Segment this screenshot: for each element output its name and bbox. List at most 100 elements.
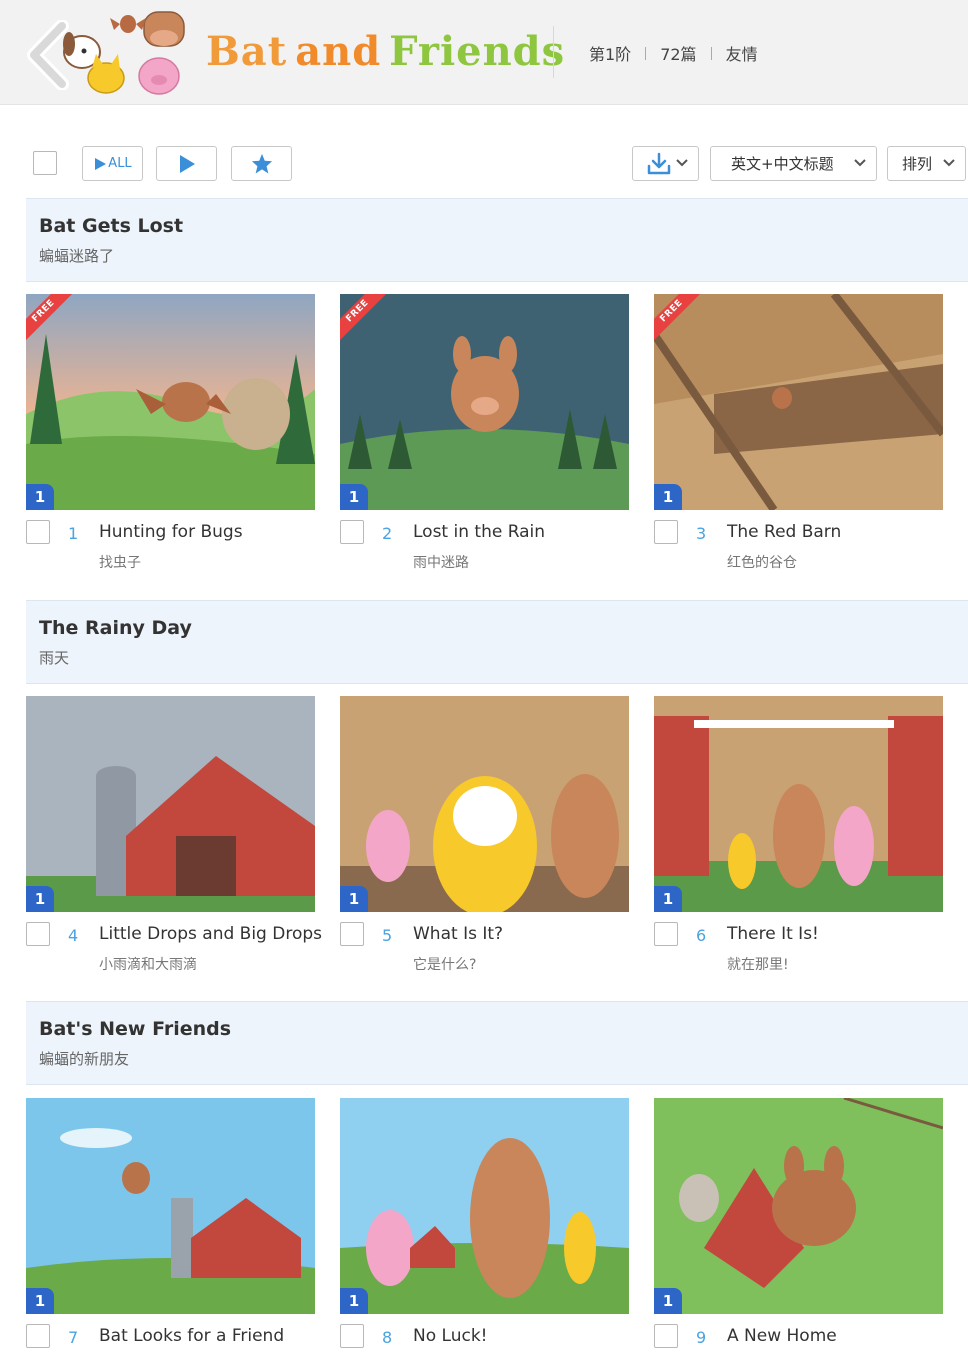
episode-subtitle: 它是什么? <box>413 957 477 973</box>
episode-checkbox[interactable] <box>26 520 50 544</box>
episode-image <box>26 1098 315 1314</box>
book-meta: 第1阶 72篇 友情 <box>589 41 758 65</box>
chevron-down-icon <box>943 159 955 167</box>
episode-subtitle: 雨中迷路 <box>413 555 469 571</box>
meta-divider <box>710 46 712 60</box>
app-logo: Bat and Friends <box>206 28 565 75</box>
level-badge: 1 <box>654 484 682 510</box>
select-all-checkbox[interactable] <box>33 151 57 175</box>
episode-image <box>654 1098 943 1314</box>
episode-number: 9 <box>696 1328 707 1347</box>
episode-subtitle: 小雨滴和大雨滴 <box>99 957 197 973</box>
header-divider <box>553 26 554 78</box>
toolbar: ALL 英文+中文标题 排列 <box>0 140 968 186</box>
episode-number: 4 <box>68 926 79 945</box>
sort-dropdown[interactable]: 排列 <box>887 146 966 181</box>
play-icon <box>95 157 107 170</box>
episode-checkbox[interactable] <box>26 1324 50 1348</box>
episode-card[interactable]: 1 9 A New Home <box>654 1098 943 1355</box>
episode-thumbnail[interactable]: 1 <box>26 1098 315 1314</box>
episode-thumbnail[interactable]: 1 <box>654 1098 943 1314</box>
section-header: The Rainy Day 雨天 <box>26 600 968 684</box>
section-title: Bat Gets Lost <box>39 215 184 237</box>
episode-checkbox[interactable] <box>26 922 50 946</box>
episode-thumbnail[interactable]: 1 <box>26 696 315 912</box>
play-button[interactable] <box>156 146 217 181</box>
episode-image <box>340 1098 629 1314</box>
episode-title[interactable]: Little Drops and Big Drops <box>99 924 322 944</box>
episode-number: 7 <box>68 1328 79 1347</box>
download-dropdown[interactable] <box>632 146 699 181</box>
level-badge: 1 <box>340 484 368 510</box>
level-badge: 1 <box>340 886 368 912</box>
episode-checkbox[interactable] <box>340 520 364 544</box>
section-subtitle: 蝙蝠的新朋友 <box>39 1050 130 1068</box>
section-header: Bat's New Friends 蝙蝠的新朋友 <box>26 1001 968 1085</box>
episode-title[interactable]: What Is It? <box>413 924 503 944</box>
episode-checkbox[interactable] <box>654 922 678 946</box>
favorite-button[interactable] <box>231 146 292 181</box>
title-language-dropdown[interactable]: 英文+中文标题 <box>710 146 877 181</box>
episode-checkbox[interactable] <box>654 520 678 544</box>
episode-card[interactable]: FREE 1 1 Hunting for Bugs 找虫子 <box>26 294 315 574</box>
meta-count: 72篇 <box>660 45 697 64</box>
level-badge: 1 <box>26 886 54 912</box>
play-all-button[interactable]: ALL <box>82 146 143 181</box>
episode-checkbox[interactable] <box>654 1324 678 1348</box>
level-badge: 1 <box>654 1288 682 1314</box>
episode-number: 6 <box>696 926 707 945</box>
episode-subtitle: 就在那里! <box>727 957 789 973</box>
episode-image <box>654 294 943 510</box>
episode-card[interactable]: FREE 1 2 Lost in the Rain 雨中迷路 <box>340 294 629 574</box>
episode-checkbox[interactable] <box>340 1324 364 1348</box>
section-title: The Rainy Day <box>39 617 192 639</box>
episode-card[interactable]: FREE 1 3 The Red Barn 红色的谷仓 <box>654 294 943 574</box>
level-badge: 1 <box>26 484 54 510</box>
episode-number: 2 <box>382 524 393 543</box>
episode-title[interactable]: There It Is! <box>727 924 819 944</box>
level-badge: 1 <box>340 1288 368 1314</box>
episode-title[interactable]: The Red Barn <box>727 522 841 542</box>
episode-image <box>26 696 315 912</box>
meta-level: 第1阶 <box>589 45 632 64</box>
episode-thumbnail[interactable]: FREE 1 <box>26 294 315 510</box>
episode-thumbnail[interactable]: 1 <box>340 1098 629 1314</box>
title-language-value: 英文+中文标题 <box>731 155 834 173</box>
logo-word-3: Friends <box>389 28 566 75</box>
episode-title[interactable]: No Luck! <box>413 1326 487 1346</box>
section-subtitle: 雨天 <box>39 649 70 667</box>
play-icon <box>179 154 195 173</box>
episode-subtitle: 找虫子 <box>99 555 141 571</box>
episode-image <box>654 696 943 912</box>
section-title: Bat's New Friends <box>39 1018 232 1040</box>
episode-number: 8 <box>382 1328 393 1347</box>
level-badge: 1 <box>654 886 682 912</box>
episode-image <box>340 696 629 912</box>
episode-thumbnail[interactable]: 1 <box>654 696 943 912</box>
section-subtitle: 蝙蝠迷路了 <box>39 247 115 265</box>
episode-card[interactable]: 1 6 There It Is! 就在那里! <box>654 696 943 976</box>
logo-characters-icon <box>63 11 185 95</box>
episode-number: 5 <box>382 926 393 945</box>
episode-card[interactable]: 1 4 Little Drops and Big Drops 小雨滴和大雨滴 <box>26 696 322 976</box>
episode-checkbox[interactable] <box>340 922 364 946</box>
episode-title[interactable]: Lost in the Rain <box>413 522 545 542</box>
episode-thumbnail[interactable]: FREE 1 <box>654 294 943 510</box>
play-all-label: ALL <box>108 156 132 171</box>
episode-title[interactable]: A New Home <box>727 1326 837 1346</box>
episode-card[interactable]: 1 5 What Is It? 它是什么? <box>340 696 629 976</box>
episode-title[interactable]: Hunting for Bugs <box>99 522 243 542</box>
episode-thumbnail[interactable]: 1 <box>340 696 629 912</box>
episode-image <box>340 294 629 510</box>
meta-theme: 友情 <box>725 45 758 64</box>
episode-image <box>26 294 315 510</box>
section-header: Bat Gets Lost 蝙蝠迷路了 <box>26 198 968 282</box>
episode-card[interactable]: 1 7 Bat Looks for a Friend <box>26 1098 315 1355</box>
episode-number: 1 <box>68 524 79 543</box>
episode-thumbnail[interactable]: FREE 1 <box>340 294 629 510</box>
download-icon <box>647 152 670 174</box>
episode-card[interactable]: 1 8 No Luck! <box>340 1098 629 1355</box>
episode-title[interactable]: Bat Looks for a Friend <box>99 1326 284 1346</box>
episode-number: 3 <box>696 524 707 543</box>
logo-word-1: Bat <box>206 28 288 75</box>
